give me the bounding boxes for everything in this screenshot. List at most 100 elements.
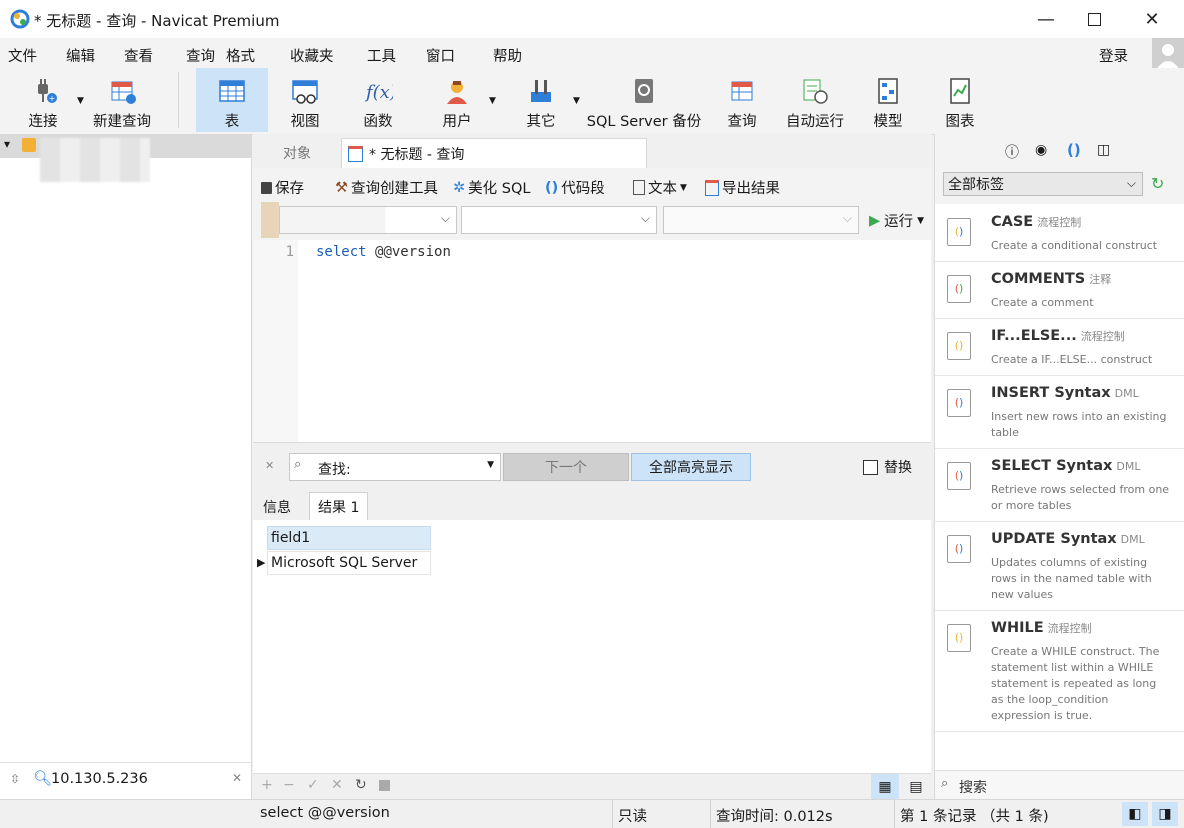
maximize-button[interactable] — [1070, 0, 1118, 38]
table-cell[interactable]: Microsoft SQL Server — [267, 551, 431, 575]
tag-select[interactable]: 全部标签 ⌵ — [943, 172, 1143, 196]
menu-query[interactable]: 查询 — [186, 45, 215, 66]
play-icon: ▶ — [869, 212, 881, 229]
automation-button[interactable]: 自动运行 — [784, 68, 846, 132]
minimize-button[interactable]: — — [1022, 0, 1070, 38]
replace-checkbox[interactable] — [863, 459, 878, 475]
sql-line: select @@version — [316, 244, 451, 260]
line-number-gutter: 1 — [253, 240, 298, 442]
code-snippet-button[interactable]: () 代码段 — [545, 177, 605, 198]
avatar[interactable] — [1152, 38, 1184, 70]
toggle-left-panel-icon[interactable]: ◧ — [1122, 802, 1148, 826]
grid-view-icon[interactable]: ▦ — [871, 774, 899, 800]
tree-search-input[interactable]: 10.130.5.236 — [51, 771, 148, 787]
add-snippet-icon[interactable]: ↻ — [1151, 174, 1164, 193]
user-avatar-icon — [1156, 44, 1180, 70]
chart-button[interactable]: 图表 — [940, 68, 980, 132]
user-button[interactable]: 用户 — [432, 68, 482, 132]
sqlserver-backup-button[interactable]: SQL Server 备份 — [586, 68, 702, 132]
line-number: 1 — [285, 244, 294, 260]
layout-icon[interactable]: ◫ — [1097, 142, 1110, 158]
table-icon — [219, 80, 245, 102]
query-editor-area: 对象 * 无标题 - 查询 保存 ⚒ 查询创建工具 ✲ 美化 SQL () 代码段 文… — [253, 134, 931, 800]
stop-icon[interactable] — [379, 780, 390, 791]
menu-favorites[interactable]: 收藏夹 — [290, 45, 334, 66]
snippet-if-else[interactable]: () IF...ELSE... 流程控制 Create a IF...ELSE..… — [935, 318, 1184, 376]
delete-row-icon[interactable]: − — [283, 777, 295, 793]
table-button[interactable]: 表 — [196, 68, 268, 132]
menu-tools[interactable]: 工具 — [367, 45, 396, 66]
find-input[interactable]: ⌕ 查找: ▼ — [289, 453, 501, 481]
run-dropdown-icon: ▼ — [917, 215, 925, 226]
other-button[interactable]: 其它 — [518, 68, 564, 132]
apply-icon[interactable]: ✓ — [307, 777, 319, 793]
tab-query[interactable]: * 无标题 - 查询 — [341, 138, 647, 168]
sort-icon[interactable]: ⇳ — [10, 772, 20, 786]
find-next-button[interactable]: 下一个 — [503, 453, 629, 481]
tab-result-1[interactable]: 结果 1 — [309, 492, 369, 521]
search-icon: ⌕ — [941, 776, 949, 791]
snippet-case[interactable]: () CASE 流程控制 Create a conditional constru… — [935, 204, 1184, 262]
text-button[interactable]: 文本 ▼ — [633, 177, 687, 198]
run-button[interactable]: ▶ 运行 ▼ — [869, 210, 924, 231]
connect-button[interactable]: + 连接 — [20, 68, 66, 132]
model-button[interactable]: 模型 — [868, 68, 908, 132]
code-snippet-icon[interactable]: () — [1067, 141, 1081, 159]
snippet-search-bar[interactable]: ⌕ 搜索 — [935, 770, 1184, 800]
toggle-right-panel-icon[interactable]: ◨ — [1152, 802, 1178, 826]
menu-format[interactable]: 格式 — [226, 45, 255, 66]
database-select[interactable]: ⌵ — [461, 206, 657, 234]
plug-icon: + — [38, 79, 57, 103]
view-button[interactable]: 视图 — [280, 68, 330, 132]
replace-toggle[interactable]: 替换 — [863, 457, 912, 477]
connection-select[interactable]: ⌵ — [279, 206, 457, 234]
window-title: * 无标题 - 查询 - Navicat Premium — [34, 12, 280, 30]
refresh-icon[interactable]: ↻ — [355, 777, 367, 793]
form-view-icon[interactable]: ▤ — [903, 774, 929, 800]
menu-view[interactable]: 查看 — [124, 45, 153, 66]
menu-file[interactable]: 文件 — [8, 45, 37, 66]
snippet-insert[interactable]: () INSERT Syntax DML Insert new rows into… — [935, 375, 1184, 449]
other-dropdown-icon[interactable]: ▼ — [573, 96, 580, 106]
info-icon[interactable]: ⓘ — [1005, 142, 1019, 162]
function-button[interactable]: f(x) 函数 — [352, 68, 404, 132]
snippet-header: ⓘ ◉ () ◫ 全部标签 ⌵ ↻ — [935, 134, 1184, 204]
snippet-comments[interactable]: () COMMENTS 注释 Create a comment — [935, 261, 1184, 319]
chevron-down-icon[interactable]: ▾ — [4, 137, 10, 151]
tab-info[interactable]: 信息 — [257, 494, 297, 520]
discard-icon[interactable]: ✕ — [331, 777, 343, 793]
connect-dropdown-icon[interactable]: ▼ — [77, 96, 84, 106]
save-button[interactable]: 保存 — [261, 177, 304, 198]
function-icon: f(x) — [364, 82, 393, 103]
navicat-logo-icon — [10, 9, 30, 29]
snippet-select[interactable]: () SELECT Syntax DML Retrieve rows select… — [935, 448, 1184, 522]
snippet-while[interactable]: () WHILE 流程控制 Create a WHILE construct. T… — [935, 610, 1184, 732]
add-row-icon[interactable]: + — [261, 777, 273, 793]
status-readonly: 只读 — [618, 809, 647, 825]
menu-edit[interactable]: 编辑 — [66, 45, 95, 66]
new-query-button[interactable]: 新建查询 — [90, 68, 154, 132]
query-builder-button[interactable]: ⚒ 查询创建工具 — [335, 177, 438, 198]
snippet-update[interactable]: () UPDATE Syntax DML Updates columns of e… — [935, 521, 1184, 611]
query-button[interactable]: 查询 — [722, 68, 762, 132]
export-results-button[interactable]: 导出结果 — [705, 177, 780, 198]
login-link[interactable]: 登录 — [1099, 45, 1128, 66]
column-header[interactable]: field1 — [267, 526, 431, 550]
schema-select[interactable]: ⌵ — [663, 206, 859, 234]
close-find-icon[interactable]: ✕ — [265, 459, 274, 472]
result-tabs: 信息 结果 1 — [253, 490, 931, 521]
document-icon — [633, 180, 645, 195]
eye-icon[interactable]: ◉ — [1035, 142, 1047, 158]
tab-objects[interactable]: 对象 — [253, 138, 341, 168]
beautify-sql-button[interactable]: ✲ 美化 SQL — [453, 177, 530, 198]
clear-search-icon[interactable]: ✕ — [232, 771, 242, 785]
menu-help[interactable]: 帮助 — [493, 45, 522, 66]
maximize-icon — [1087, 12, 1101, 26]
highlight-all-button[interactable]: 全部高亮显示 — [631, 453, 751, 481]
find-dropdown-icon[interactable]: ▼ — [487, 460, 494, 470]
menu-window[interactable]: 窗口 — [426, 45, 455, 66]
user-dropdown-icon[interactable]: ▼ — [489, 96, 496, 106]
close-button[interactable]: ✕ — [1128, 0, 1176, 38]
save-icon — [261, 181, 272, 194]
sql-editor[interactable]: 1 select @@version — [253, 240, 931, 442]
